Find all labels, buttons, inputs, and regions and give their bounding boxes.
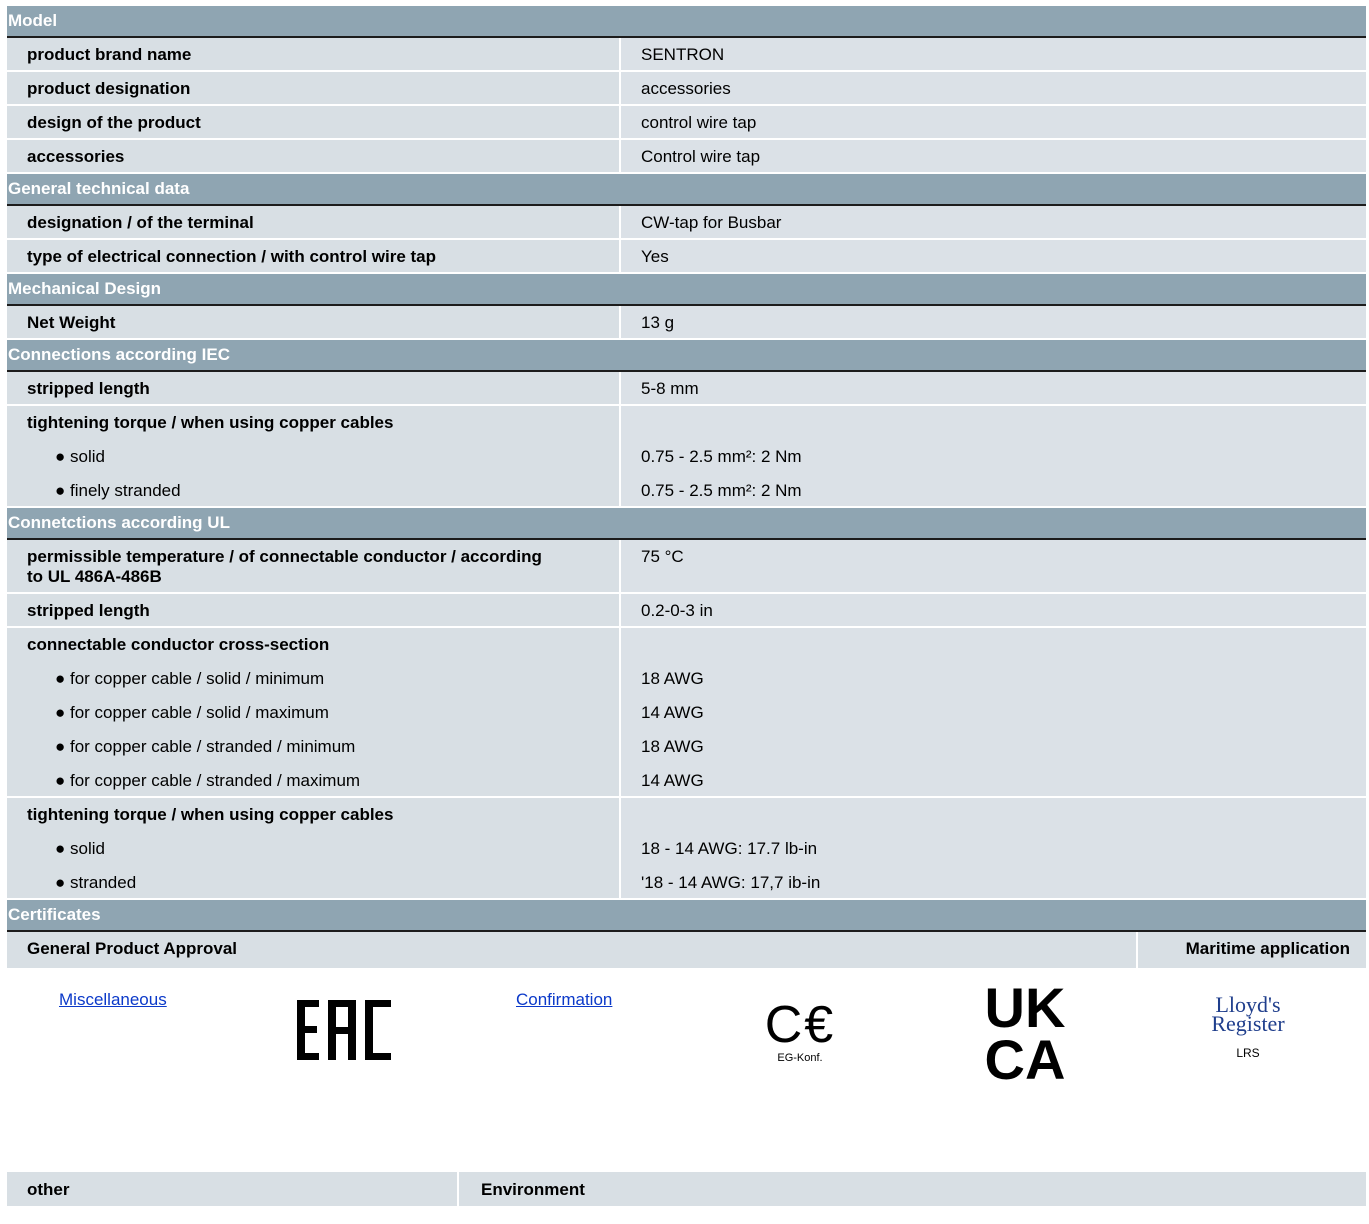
row-label: ● solid	[7, 440, 619, 474]
bottom-column-headers: other Environment	[7, 1172, 1366, 1206]
row-label: tightening torque / when using copper ca…	[7, 798, 619, 832]
certificates-area: Miscellaneous Confirmation C€ EG-Konf. U…	[7, 970, 1366, 1160]
certificates-column-headers: General Product Approval Maritime applic…	[7, 932, 1366, 970]
row-label: accessories	[7, 140, 619, 172]
table-row: product designation accessories	[7, 72, 1366, 106]
general-product-approval-header: General Product Approval	[7, 932, 1136, 968]
section-header-iec: Connections according IEC	[7, 340, 1366, 372]
ukca-logo: UK CA	[970, 976, 1080, 1091]
row-value: Yes	[619, 240, 1366, 272]
row-label: tightening torque / when using copper ca…	[7, 406, 619, 440]
maritime-application-header: Maritime application	[1136, 932, 1366, 968]
table-row: accessories Control wire tap	[7, 140, 1366, 174]
environment-header: Environment	[457, 1172, 1366, 1206]
table-row: design of the product control wire tap	[7, 106, 1366, 140]
eac-logo	[293, 998, 393, 1067]
table-row: ● stranded '18 - 14 AWG: 17,7 ib-in	[7, 866, 1366, 900]
table-row: ● for copper cable / solid / minimum 18 …	[7, 662, 1366, 696]
row-value: SENTRON	[619, 38, 1366, 70]
table-row: permissible temperature / of connectable…	[7, 540, 1366, 594]
row-label: ● stranded	[7, 866, 619, 898]
row-value	[619, 628, 1366, 662]
table-row: ● for copper cable / stranded / maximum …	[7, 764, 1366, 798]
other-header: other	[7, 1172, 457, 1206]
table-row: ● solid 0.75 - 2.5 mm²: 2 Nm	[7, 440, 1366, 474]
row-value: accessories	[619, 72, 1366, 104]
row-value: 5-8 mm	[619, 372, 1366, 404]
table-row: connectable conductor cross-section	[7, 628, 1366, 662]
row-value: 18 AWG	[619, 730, 1366, 764]
table-row: designation / of the terminal CW-tap for…	[7, 206, 1366, 240]
row-value: 0.75 - 2.5 mm²: 2 Nm	[619, 440, 1366, 474]
row-label: permissible temperature / of connectable…	[7, 540, 619, 592]
section-header-ul: Connetctions according UL	[7, 508, 1366, 540]
section-header-certificates: Certificates	[7, 900, 1366, 932]
row-label: ● finely stranded	[7, 474, 619, 506]
row-label: design of the product	[7, 106, 619, 138]
table-row: tightening torque / when using copper ca…	[7, 406, 1366, 440]
row-value: 0.2-0-3 in	[619, 594, 1366, 626]
lloyds-sub: LRS	[1236, 1046, 1260, 1060]
datasheet-table: Model product brand name SENTRON product…	[7, 6, 1366, 1160]
row-value: 0.75 - 2.5 mm²: 2 Nm	[619, 474, 1366, 506]
row-label: ● solid	[7, 832, 619, 866]
row-value: 13 g	[619, 306, 1366, 338]
row-label: Net Weight	[7, 306, 619, 338]
section-header-model: Model	[7, 6, 1366, 38]
row-label: designation / of the terminal	[7, 206, 619, 238]
table-row: ● for copper cable / solid / maximum 14 …	[7, 696, 1366, 730]
ukca-bottom: CA	[984, 1028, 1066, 1091]
table-row: tightening torque / when using copper ca…	[7, 798, 1366, 832]
ukca-top: UK	[984, 976, 1066, 1039]
miscellaneous-link[interactable]: Miscellaneous	[59, 990, 167, 1010]
section-header-mechanical: Mechanical Design	[7, 274, 1366, 306]
row-label: connectable conductor cross-section	[7, 628, 619, 662]
row-label: stripped length	[7, 594, 619, 626]
table-row: product brand name SENTRON	[7, 38, 1366, 72]
lloyds-register-logo: Lloyd's Register LRS	[1203, 994, 1293, 1061]
row-label: ● for copper cable / stranded / minimum	[7, 730, 619, 764]
confirmation-link[interactable]: Confirmation	[516, 990, 612, 1010]
row-value: Control wire tap	[619, 140, 1366, 172]
row-value: 75 °C	[619, 540, 1366, 592]
row-value: '18 - 14 AWG: 17,7 ib-in	[619, 866, 1366, 898]
row-label: stripped length	[7, 372, 619, 404]
table-row: ● solid 18 - 14 AWG: 17.7 lb-in	[7, 832, 1366, 866]
table-row: stripped length 0.2-0-3 in	[7, 594, 1366, 628]
row-value	[619, 798, 1366, 832]
lloyds-line2: Register	[1211, 1011, 1285, 1036]
ce-logo: C€ EG-Konf.	[755, 998, 845, 1064]
table-row: stripped length 5-8 mm	[7, 372, 1366, 406]
row-value: CW-tap for Busbar	[619, 206, 1366, 238]
row-value: 18 AWG	[619, 662, 1366, 696]
table-row: ● for copper cable / stranded / minimum …	[7, 730, 1366, 764]
table-row: type of electrical connection / with con…	[7, 240, 1366, 274]
row-value: 14 AWG	[619, 696, 1366, 730]
row-label: type of electrical connection / with con…	[7, 240, 619, 272]
row-label: ● for copper cable / solid / minimum	[7, 662, 619, 696]
table-row: Net Weight 13 g	[7, 306, 1366, 340]
row-label: product designation	[7, 72, 619, 104]
row-value: control wire tap	[619, 106, 1366, 138]
row-label: product brand name	[7, 38, 619, 70]
table-row: ● finely stranded 0.75 - 2.5 mm²: 2 Nm	[7, 474, 1366, 508]
row-value: 14 AWG	[619, 764, 1366, 796]
row-label: ● for copper cable / stranded / maximum	[7, 764, 619, 796]
row-value: 18 - 14 AWG: 17.7 lb-in	[619, 832, 1366, 866]
row-label: ● for copper cable / solid / maximum	[7, 696, 619, 730]
row-value	[619, 406, 1366, 440]
section-header-general: General technical data	[7, 174, 1366, 206]
